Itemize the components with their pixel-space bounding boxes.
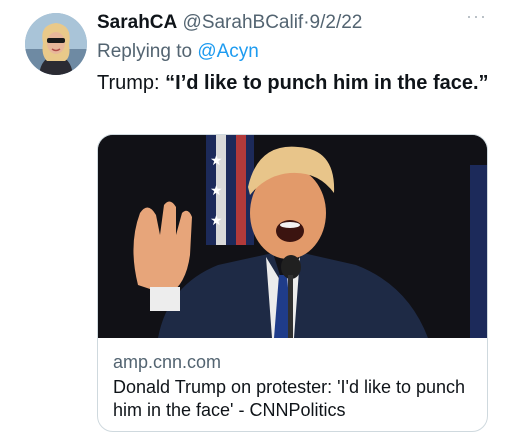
tweet-text: Trump: “I’d like to punch him in the fac… [97, 70, 492, 96]
tweet[interactable]: SarahCA @SarahBCalif·9/2/22 ··· Replying… [0, 0, 512, 435]
replying-to: Replying to @Acyn [97, 40, 259, 64]
svg-text:★: ★ [210, 183, 223, 199]
card-domain: amp.cnn.com [113, 352, 222, 372]
link-card[interactable]: ★ ★ ★ amp.cnn.com Donald Trump on protes… [97, 134, 488, 432]
news-photo-icon: ★ ★ ★ [98, 135, 487, 338]
card-title[interactable]: Donald Trump on protester: 'I'd like to … [113, 376, 478, 422]
replying-to-label: Replying to [97, 41, 193, 62]
author-avatar[interactable] [25, 13, 87, 75]
svg-text:★: ★ [210, 153, 223, 169]
author-handle[interactable]: @SarahBCalif [183, 12, 304, 33]
svg-text:★: ★ [210, 213, 223, 229]
author-name[interactable]: SarahCA [97, 12, 177, 33]
tweet-text-quote: “I’d like to punch him in the face.” [165, 72, 489, 94]
more-options-icon[interactable]: ··· [466, 6, 487, 27]
card-image[interactable]: ★ ★ ★ [98, 135, 487, 338]
reply-handle-link[interactable]: @Acyn [197, 41, 259, 62]
profile-photo-icon [25, 13, 87, 75]
tweet-header: SarahCA @SarahBCalif·9/2/22 [97, 11, 362, 35]
tweet-date[interactable]: 9/2/22 [310, 12, 363, 33]
tweet-text-lead: Trump: [97, 72, 166, 94]
